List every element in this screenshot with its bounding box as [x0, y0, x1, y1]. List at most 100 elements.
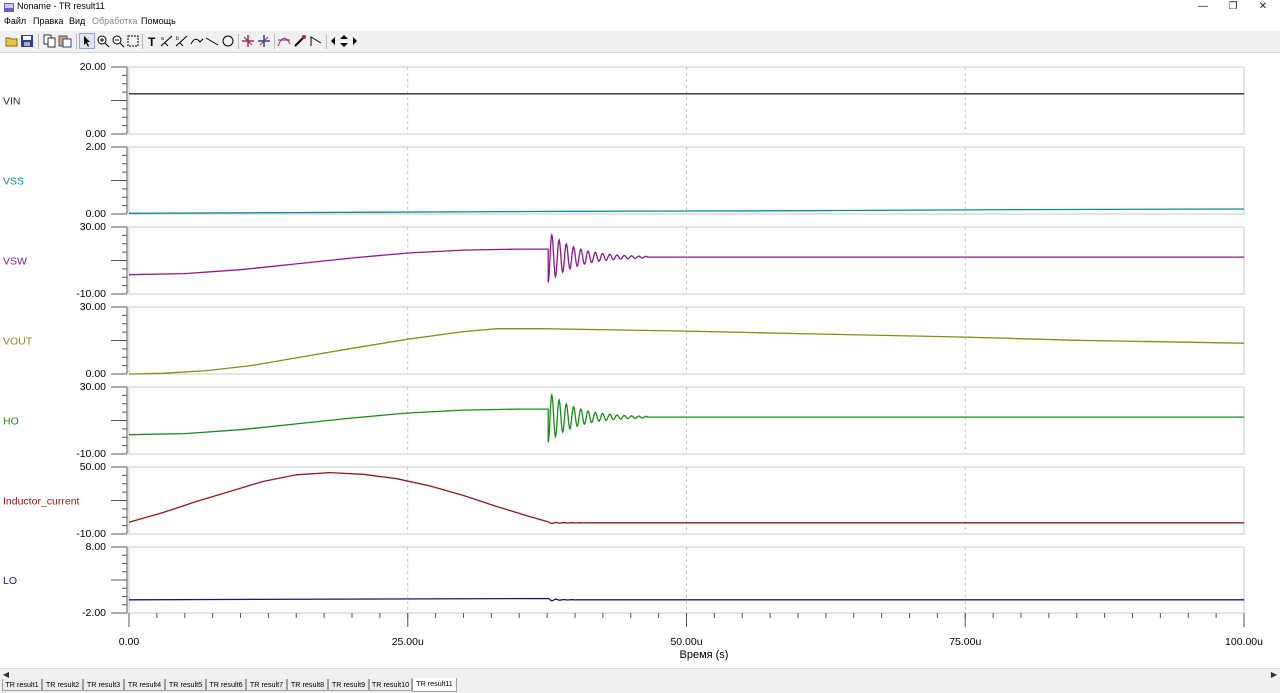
- y-tick-label: 30.00: [80, 301, 106, 313]
- copy-button[interactable]: [43, 34, 57, 48]
- waveform-chart[interactable]: 20.000.00VIN2.000.00VSS30.00-10.00VSW30.…: [0, 53, 1280, 667]
- cursor-a-icon: a: [160, 35, 173, 47]
- slope-button[interactable]: [309, 34, 323, 48]
- svg-text:b: b: [176, 36, 179, 42]
- menu-process[interactable]: Обработка: [92, 16, 137, 26]
- zoom-window-icon: [127, 35, 139, 47]
- step-up-down-icon: [340, 35, 348, 47]
- circle-tool-icon: [222, 35, 234, 47]
- menu-file[interactable]: Файл: [4, 16, 26, 26]
- text-tool-button[interactable]: T: [145, 34, 159, 49]
- maximize-button[interactable]: ❐: [1216, 0, 1250, 15]
- marker-clear-icon: [258, 35, 270, 47]
- x-tick-label: 0.00: [119, 636, 140, 648]
- line-tool-button[interactable]: [205, 34, 219, 48]
- menu-view[interactable]: Вид: [69, 16, 85, 26]
- tab-tr-result5[interactable]: TR result5: [165, 679, 206, 691]
- series-label: VSW: [3, 256, 27, 268]
- tab-tr-result9[interactable]: TR result9: [328, 679, 369, 691]
- cursor-track-button[interactable]: [190, 34, 204, 48]
- cursor-a-button[interactable]: a: [160, 34, 174, 48]
- menu-help[interactable]: Помощь: [141, 16, 176, 26]
- x-tick-label: 25.00u: [392, 636, 424, 648]
- waveform-plot-area[interactable]: 20.00 0.00 VIN 2.00 0.00 VSS 30.00 -10.00 VSW 30.…: [0, 53, 1280, 667]
- paste-button[interactable]: [58, 34, 72, 48]
- curve-icon: [277, 37, 291, 47]
- step-left-button[interactable]: [328, 34, 338, 48]
- title-bar: Noname - TR result11 — ❐ ✕: [0, 0, 1280, 15]
- cursor-b-button[interactable]: b: [175, 34, 189, 48]
- tab-tr-result4[interactable]: TR result4: [124, 679, 165, 691]
- open-button[interactable]: [5, 34, 19, 48]
- zoom-in-button[interactable]: [96, 34, 110, 48]
- y-tick-label: 8.00: [86, 541, 107, 553]
- y-tick-label: -10.00: [76, 288, 106, 300]
- tab-tr-result7[interactable]: TR result7: [246, 679, 287, 691]
- result-tab-bar: TR result1 TR result2 TR result3 TR resu…: [0, 678, 1280, 693]
- series-label: VOUT: [3, 336, 33, 348]
- marker-button[interactable]: [241, 34, 255, 48]
- toolbar-separator: [274, 34, 275, 49]
- x-tick-label: 75.00u: [949, 636, 981, 648]
- zoom-in-icon: [97, 35, 110, 48]
- save-icon: [21, 35, 33, 47]
- menu-edit[interactable]: Правка: [33, 16, 63, 26]
- tab-tr-result2[interactable]: TR result2: [42, 679, 83, 691]
- copy-icon: [43, 34, 56, 48]
- probe-icon: [294, 35, 306, 47]
- toolbar: T a b: [0, 31, 1280, 53]
- marker-icon: [242, 35, 254, 47]
- x-tick-label: 50.00u: [670, 636, 702, 648]
- tab-tr-result8[interactable]: TR result8: [287, 679, 328, 691]
- toolbar-separator: [76, 34, 77, 49]
- step-left-icon: [331, 37, 335, 45]
- tab-tr-result11[interactable]: TR result11: [412, 678, 457, 692]
- step-up-down-button[interactable]: [339, 34, 349, 48]
- restore-icon: ❐: [1228, 1, 1238, 12]
- svg-text:a: a: [161, 36, 164, 42]
- minimize-button[interactable]: —: [1186, 0, 1220, 15]
- toolbar-separator: [142, 34, 143, 49]
- zoom-out-button[interactable]: [111, 34, 125, 48]
- zoom-out-icon: [112, 35, 125, 48]
- toolbar-separator: [38, 34, 39, 49]
- tab-tr-result1[interactable]: TR result1: [2, 679, 42, 691]
- circle-tool-button[interactable]: [221, 34, 235, 48]
- window-title: Noname - TR result11: [17, 1, 105, 11]
- slope-icon: [310, 36, 322, 46]
- curve-button[interactable]: [277, 34, 291, 48]
- toolbar-separator: [326, 34, 327, 49]
- save-button[interactable]: [20, 34, 34, 48]
- series-label: VSS: [3, 176, 24, 188]
- paste-icon: [58, 35, 72, 48]
- pointer-icon: [84, 36, 90, 47]
- y-tick-label: -10.00: [76, 528, 106, 540]
- x-axis-label: Время (s): [680, 649, 729, 661]
- y-tick-label: 0.00: [86, 208, 107, 220]
- step-right-icon: [353, 37, 357, 45]
- series-label: HO: [3, 416, 19, 428]
- tab-tr-result6[interactable]: TR result6: [206, 679, 246, 691]
- menu-bar: Файл Правка Вид Обработка Помощь: [0, 15, 1280, 29]
- pointer-button[interactable]: [79, 33, 95, 49]
- marker-clear-button[interactable]: [257, 34, 271, 48]
- close-icon: ✕: [1258, 1, 1268, 12]
- tab-tr-result10[interactable]: TR result10: [369, 679, 412, 691]
- y-tick-label: 50.00: [80, 461, 106, 473]
- y-tick-label: 0.00: [86, 128, 107, 140]
- probe-button[interactable]: [293, 34, 307, 48]
- cursor-b-icon: b: [175, 35, 188, 47]
- toolbar-separator: [238, 34, 239, 49]
- x-tick-label: 100.00u: [1225, 636, 1263, 648]
- tab-tr-result3[interactable]: TR result3: [83, 679, 124, 691]
- close-button[interactable]: ✕: [1246, 0, 1280, 15]
- zoom-window-button[interactable]: [126, 34, 140, 48]
- line-tool-icon: [205, 37, 219, 46]
- y-tick-label: 0.00: [86, 368, 107, 380]
- series-label: Inductor_current: [3, 496, 80, 508]
- y-tick-label: -10.00: [76, 448, 106, 460]
- cursor-track-icon: [190, 38, 204, 45]
- step-right-button[interactable]: [350, 34, 360, 48]
- minimize-icon: —: [1198, 1, 1208, 12]
- series-label: LO: [3, 575, 17, 587]
